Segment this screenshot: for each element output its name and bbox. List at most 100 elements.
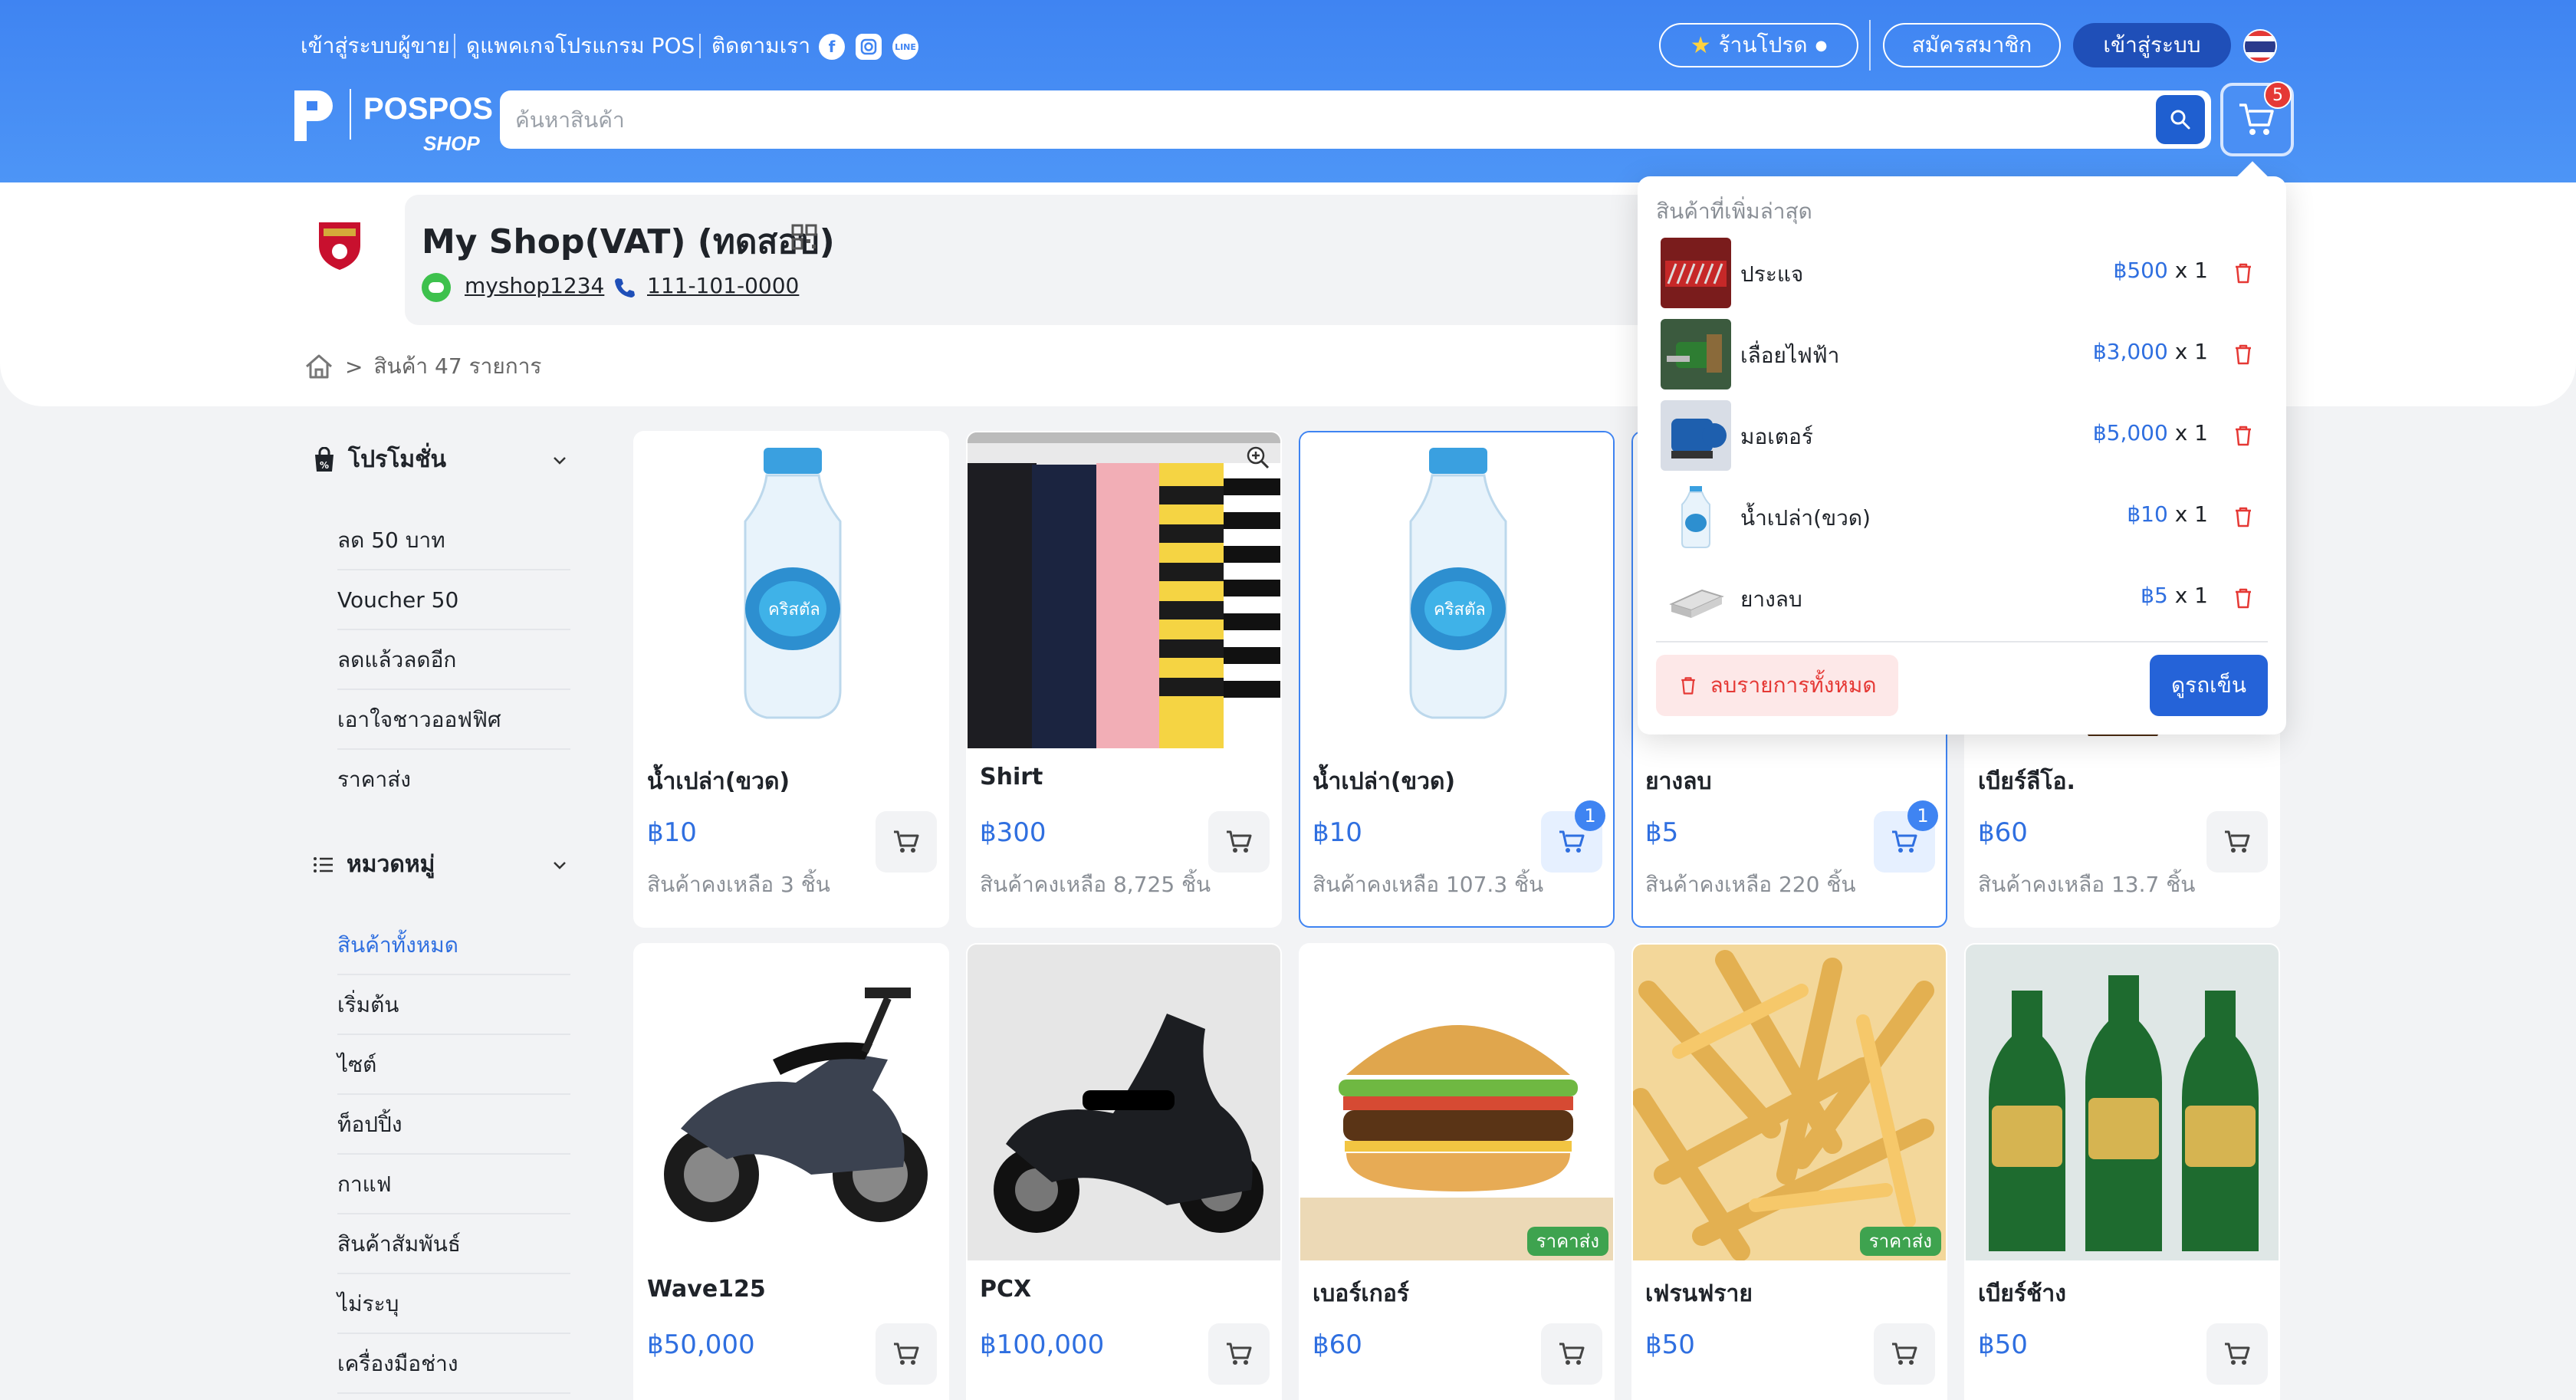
- product-card[interactable]: Wave125 ฿50,000: [633, 943, 949, 1400]
- sidebar-category-item[interactable]: ไซต์: [337, 1035, 570, 1095]
- trash-icon[interactable]: [2231, 504, 2256, 529]
- product-name: เบอร์เกอร์: [1313, 1280, 1409, 1307]
- pospos-logo-mark: [294, 90, 333, 141]
- trash-icon[interactable]: [2231, 342, 2256, 366]
- sidebar-promo-item[interactable]: ลดแล้วลดอีก: [337, 630, 570, 690]
- product-card[interactable]: คริสตัล น้ำเปล่า(ขวด) ฿10 สินค้าคงเหลือ …: [1299, 431, 1615, 928]
- shop-line-link[interactable]: myshop1234: [465, 273, 604, 298]
- cart-item[interactable]: ยางลบ ฿5 x 1: [1661, 563, 2266, 633]
- breadcrumb-current: สินค้า 47 รายการ: [373, 353, 542, 379]
- sidebar-category-item[interactable]: สินค้าทั้งหมด: [337, 915, 570, 975]
- shopping-bag-icon: %: [315, 446, 334, 472]
- add-to-cart-button[interactable]: [876, 811, 937, 873]
- promotions-toggle[interactable]: % โปรโมชั่น: [313, 442, 446, 478]
- sidebar-promo-item[interactable]: ราคาส่ง: [337, 750, 570, 810]
- chevron-down-icon[interactable]: [552, 857, 567, 873]
- qr-code-icon[interactable]: [791, 224, 817, 250]
- seller-login-link[interactable]: เข้าสู่ระบบผู้ขาย: [301, 29, 450, 63]
- phone-icon: [613, 276, 635, 301]
- cart-item[interactable]: มอเตอร์ ฿5,000 x 1: [1661, 400, 2266, 471]
- add-to-cart-button[interactable]: [2206, 811, 2268, 873]
- chevron-down-icon[interactable]: [552, 452, 567, 468]
- search-button[interactable]: [2156, 95, 2205, 144]
- product-image[interactable]: คริสตัล: [1300, 432, 1613, 748]
- pos-packages-link[interactable]: ดูแพคเกจโปรแกรม POS: [466, 29, 695, 63]
- search-icon: [2170, 110, 2190, 130]
- cart-icon: [894, 1342, 919, 1365]
- cart-dropdown-title: สินค้าที่เพิ่มล่าสุด: [1656, 199, 1812, 224]
- cart-item-price: ฿3,000 x 1: [2093, 339, 2208, 364]
- add-to-cart-button[interactable]: [1208, 1323, 1270, 1385]
- shop-name: My Shop(VAT) (ทดสอบ): [422, 222, 835, 261]
- clear-all-button[interactable]: ลบรายการทั้งหมด: [1656, 655, 1898, 716]
- register-button[interactable]: สมัครสมาชิก: [1883, 23, 2061, 67]
- trash-icon[interactable]: [2231, 261, 2256, 285]
- product-name: เบียร์ช้าง: [1978, 1280, 2066, 1307]
- cart-item-price-value: ฿5,000: [2092, 420, 2168, 445]
- cart-item-qty: x 1: [2174, 258, 2208, 283]
- add-to-cart-button[interactable]: [2206, 1323, 2268, 1385]
- sidebar-category-item[interactable]: สินค้าสัมพันธ์: [337, 1214, 570, 1274]
- pospos-logo[interactable]: POSPOS SHOP: [287, 84, 493, 161]
- cart-dropdown: สินค้าที่เพิ่มล่าสุด ประแจ ฿500 x 1 เลื่…: [1638, 176, 2286, 735]
- product-card[interactable]: Shirt ฿300 สินค้าคงเหลือ 8,725 ชิ้น: [966, 431, 1282, 928]
- cart-item-name: น้ำเปล่า(ขวด): [1740, 505, 1871, 531]
- favorite-shop-button[interactable]: ★ ร้านโปรด ●: [1659, 23, 1858, 67]
- product-card[interactable]: เบียร์ช้าง ฿50: [1964, 943, 2280, 1400]
- thai-flag-icon[interactable]: [2243, 29, 2277, 63]
- sidebar-category-item[interactable]: ท็อปปิ้ง: [337, 1095, 570, 1155]
- search-bar: [500, 90, 2211, 149]
- product-name: ยางลบ: [1645, 768, 1712, 795]
- product-card[interactable]: PCX ฿100,000: [966, 943, 1282, 1400]
- sidebar-category-item[interactable]: เริ่มต้น: [337, 975, 570, 1035]
- add-to-cart-button[interactable]: [876, 1323, 937, 1385]
- product-stock: สินค้าคงเหลือ 8,725 ชิ้น: [980, 872, 1211, 897]
- search-input[interactable]: [515, 90, 2125, 149]
- product-image[interactable]: [968, 432, 1280, 748]
- trash-icon[interactable]: [2231, 423, 2256, 448]
- cart-item[interactable]: ประแจ ฿500 x 1: [1661, 238, 2266, 308]
- home-icon[interactable]: [304, 353, 334, 380]
- sidebar-category-item[interactable]: กาแฟ: [337, 1155, 570, 1214]
- sidebar-promo-item[interactable]: ลด 50 บาท: [337, 511, 570, 570]
- cart-item[interactable]: น้ำเปล่า(ขวด) ฿10 x 1: [1661, 481, 2266, 552]
- brand-divider: [350, 89, 351, 140]
- trash-icon[interactable]: [2231, 586, 2256, 610]
- cart-icon: [1559, 830, 1585, 853]
- add-to-cart-button[interactable]: [1874, 1323, 1935, 1385]
- sidebar-category-item[interactable]: เครื่องมือช่าง: [337, 1334, 570, 1394]
- product-image[interactable]: คริสตัล: [635, 432, 948, 748]
- cart-item[interactable]: เลื่อยไฟฟ้า ฿3,000 x 1: [1661, 319, 2266, 389]
- categories-toggle[interactable]: หมวดหมู่: [313, 846, 435, 882]
- cart-item-price: ฿10 x 1: [2127, 501, 2208, 527]
- add-to-cart-button[interactable]: [1208, 811, 1270, 873]
- add-to-cart-button[interactable]: [1541, 1323, 1602, 1385]
- divider: [454, 34, 455, 58]
- product-image[interactable]: [1966, 945, 2279, 1260]
- cart-item-qty: x 1: [2174, 501, 2208, 527]
- login-button[interactable]: เข้าสู่ระบบ: [2073, 23, 2231, 67]
- clear-all-label: ลบรายการทั้งหมด: [1710, 672, 1877, 698]
- facebook-icon[interactable]: f: [819, 34, 845, 60]
- shop-card: My Shop(VAT) (ทดสอบ) myshop1234 111-101-…: [405, 195, 1754, 325]
- product-image[interactable]: ราคาส่ง: [1300, 945, 1613, 1260]
- product-card[interactable]: ราคาส่ง เบอร์เกอร์ ฿60: [1299, 943, 1615, 1400]
- sidebar-promo-item[interactable]: เอาใจชาวออฟฟิศ: [337, 690, 570, 750]
- line-icon[interactable]: LINE: [892, 34, 918, 60]
- product-price: ฿100,000: [980, 1329, 1105, 1360]
- in-cart-qty-badge: 1: [1575, 800, 1605, 831]
- sidebar-promo-item[interactable]: Voucher 50: [337, 570, 570, 630]
- favorite-shop-label: ร้านโปรด: [1718, 32, 1808, 58]
- product-image[interactable]: [635, 945, 948, 1260]
- product-card[interactable]: คริสตัล น้ำเปล่า(ขวด) ฿10 สินค้าคงเหลือ …: [633, 431, 949, 928]
- cart-item-thumbnail: [1661, 481, 1731, 552]
- cart-item-name: ยางลบ: [1740, 587, 1802, 612]
- instagram-icon[interactable]: [856, 34, 882, 60]
- product-image[interactable]: ราคาส่ง: [1633, 945, 1946, 1260]
- view-cart-button[interactable]: ดูรถเข็น: [2150, 655, 2268, 716]
- shop-phone-link[interactable]: 111-101-0000: [647, 273, 799, 298]
- product-card[interactable]: ราคาส่ง เฟรนฟราย ฿50: [1631, 943, 1947, 1400]
- sidebar-category-item[interactable]: ไม่ระบุ: [337, 1274, 570, 1334]
- zoom-in-icon[interactable]: [1245, 445, 1271, 471]
- product-image[interactable]: [968, 945, 1280, 1260]
